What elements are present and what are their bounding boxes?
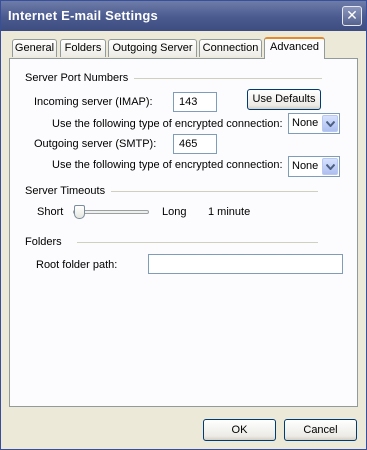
dialog-window: Internet E-mail Settings ✕ General Folde… xyxy=(0,0,367,450)
incoming-port-input[interactable]: 143 xyxy=(173,92,217,112)
outgoing-server-label: Outgoing server (SMTP): xyxy=(34,138,157,150)
outgoing-port-input[interactable]: 465 xyxy=(173,134,217,154)
tab-outgoing-server[interactable]: Outgoing Server xyxy=(108,39,197,57)
chevron-down-icon[interactable] xyxy=(322,115,338,132)
title-bar[interactable]: Internet E-mail Settings ✕ xyxy=(1,1,366,31)
section-title-server-timeouts: Server Timeouts xyxy=(25,185,106,197)
root-folder-label: Root folder path: xyxy=(36,259,118,271)
section-title-server-ports: Server Port Numbers xyxy=(25,72,129,84)
timeout-slider-thumb[interactable] xyxy=(74,205,85,219)
outgoing-encryption-label: Use the following type of encrypted conn… xyxy=(52,159,283,171)
timeout-value-label: 1 minute xyxy=(208,206,251,218)
close-icon: ✕ xyxy=(346,8,358,24)
timeout-long-label: Long xyxy=(162,206,187,218)
section-divider xyxy=(111,191,318,192)
tab-connection[interactable]: Connection xyxy=(199,39,262,57)
section-divider xyxy=(77,242,318,243)
section-title-folders: Folders xyxy=(25,236,62,248)
timeout-short-label: Short xyxy=(37,206,64,218)
select-value: None xyxy=(292,160,319,172)
close-button[interactable]: ✕ xyxy=(342,6,362,26)
tab-label: Advanced xyxy=(270,41,319,53)
tab-advanced[interactable]: Advanced xyxy=(264,37,325,59)
select-value: None xyxy=(292,117,319,129)
chevron-down-icon[interactable] xyxy=(322,158,338,175)
tab-label: Connection xyxy=(202,42,259,54)
outgoing-encryption-select[interactable]: None xyxy=(288,156,340,177)
use-defaults-button[interactable]: Use Defaults xyxy=(247,89,321,110)
tab-general[interactable]: General xyxy=(12,39,57,57)
root-folder-input[interactable] xyxy=(148,254,343,274)
window-title: Internet E-mail Settings xyxy=(8,8,158,23)
ok-button[interactable]: OK xyxy=(203,419,276,441)
tab-folders[interactable]: Folders xyxy=(60,39,106,57)
incoming-encryption-select[interactable]: None xyxy=(288,113,340,134)
section-divider xyxy=(134,78,322,79)
incoming-server-label: Incoming server (IMAP): xyxy=(34,96,153,108)
tab-label: Folders xyxy=(64,42,102,54)
cancel-button[interactable]: Cancel xyxy=(284,419,357,441)
tab-label: Outgoing Server xyxy=(112,42,193,54)
incoming-encryption-label: Use the following type of encrypted conn… xyxy=(52,118,283,130)
tab-label: General xyxy=(14,42,55,54)
